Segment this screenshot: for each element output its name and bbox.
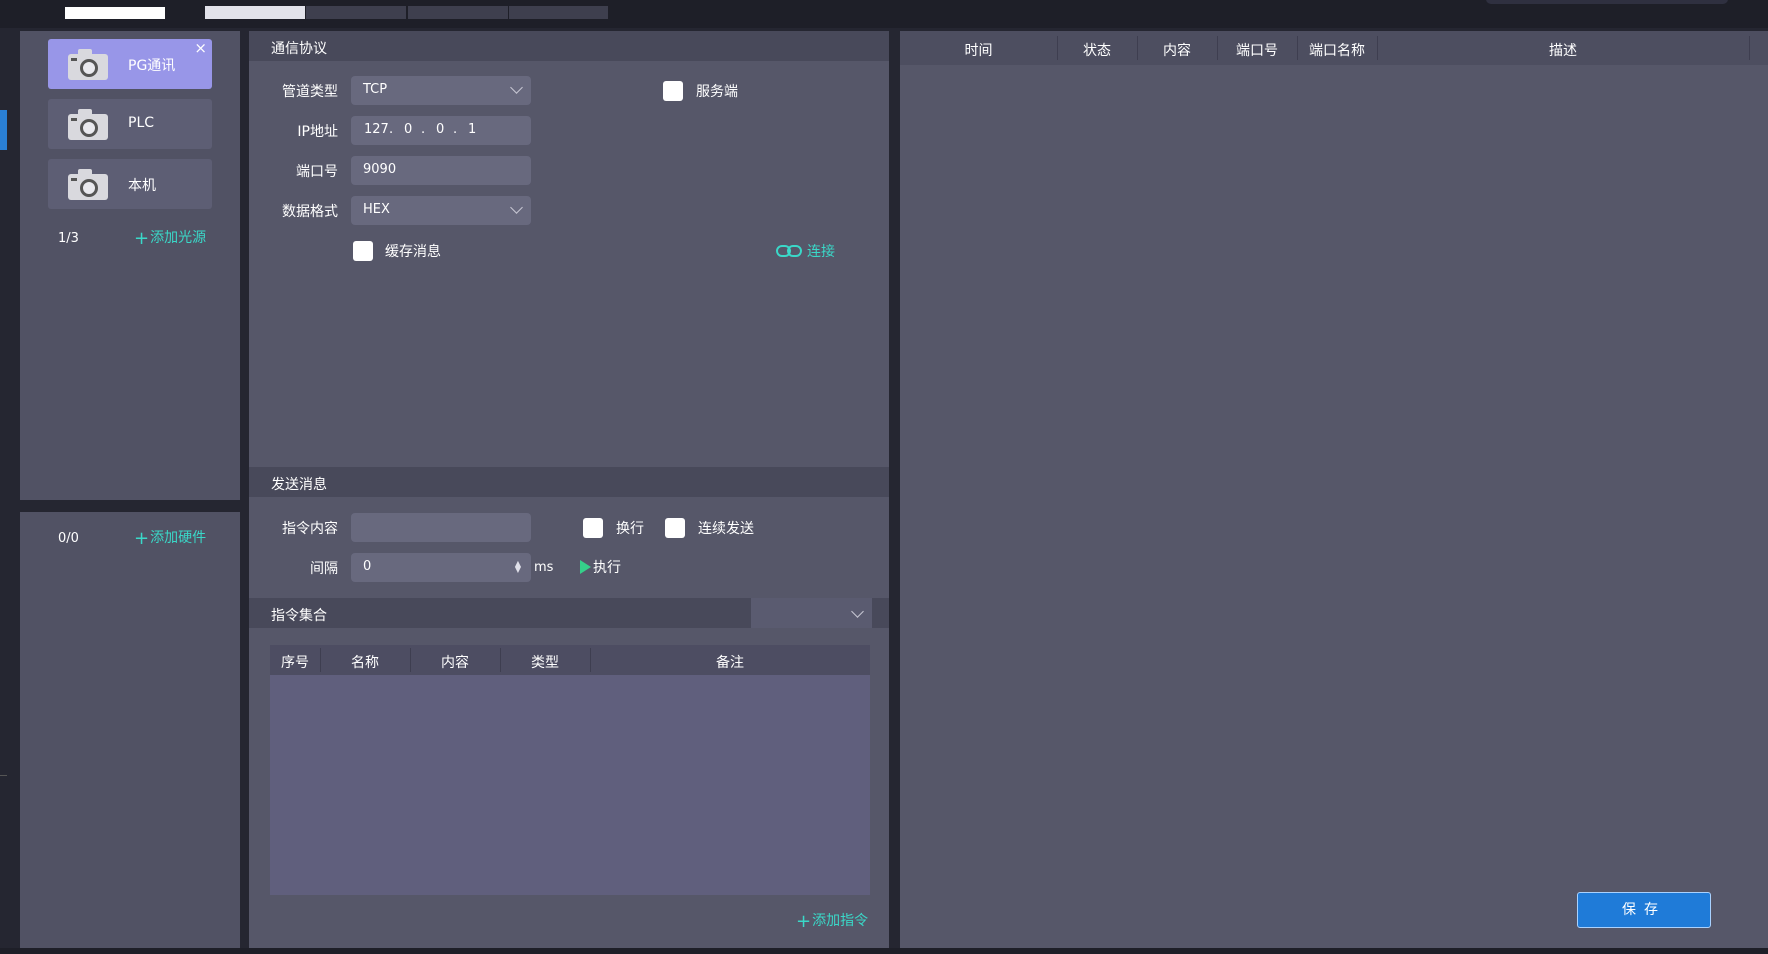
command-label: 指令内容 [282,521,338,537]
column-header: 时间 [964,43,993,59]
chevron-down-icon [510,81,523,94]
top-logo-block [65,7,165,19]
column-header: 状态 [1083,43,1111,59]
newline-checkbox[interactable] [583,518,603,538]
camera-icon [68,106,108,142]
send-section-header: 发送消息 [249,467,889,497]
server-label: 服务端 [696,84,738,100]
interval-label: 间隔 [310,561,338,577]
device-card-pg[interactable]: PG通讯 × [48,39,212,89]
top-tab-1[interactable] [205,6,305,19]
device-label: PLC [128,115,155,131]
device-list-panel: PG通讯 × PLC 本机 1/3 +添加光源 [20,31,240,500]
execute-button[interactable]: 执行 [580,557,621,577]
command-input[interactable] [351,513,531,542]
data-format-label: 数据格式 [282,204,338,220]
log-table-header: 时间 状态 内容 端口号 端口名称 描述 [900,31,1768,65]
chevron-down-icon [851,605,864,618]
port-input[interactable]: 9090 [351,156,531,185]
plus-icon: + [134,528,150,549]
column-header: 端口名称 [1309,43,1365,59]
link-icon [776,245,804,257]
left-edge-indicator [0,110,7,150]
section-title: 指令集合 [271,608,327,624]
device-card-local[interactable]: 本机 [48,159,212,209]
top-search-box[interactable] [1486,0,1728,4]
add-light-source-link[interactable]: +添加光源 [134,227,206,249]
connect-button[interactable]: 连接 [776,241,835,261]
top-bar [0,0,1768,28]
port-label: 端口号 [296,164,338,180]
close-icon[interactable]: × [194,39,207,57]
left-edge-mark [0,775,7,776]
column-header: 内容 [441,655,469,671]
device-label: 本机 [128,178,156,194]
interval-stepper[interactable]: 0 ▲ ▼ [351,553,531,582]
camera-icon [68,166,108,202]
play-icon [580,560,591,574]
section-title: 发送消息 [271,477,327,493]
hardware-count: 0/0 [58,531,79,546]
bottom-border [0,948,1768,954]
camera-icon [68,46,108,82]
cache-message-label: 缓存消息 [385,244,441,260]
log-panel: 时间 状态 内容 端口号 端口名称 描述 [900,31,1768,948]
ip-label: IP地址 [297,124,338,140]
command-table-header: 序号 名称 内容 类型 备注 [270,645,870,675]
device-card-plc[interactable]: PLC [48,99,212,149]
column-header: 序号 [281,655,309,671]
add-hardware-link[interactable]: +添加硬件 [134,527,206,549]
device-count: 1/3 [58,231,79,246]
top-tab-4[interactable] [509,6,608,19]
top-tab-3[interactable] [408,6,508,19]
top-tab-2[interactable] [306,6,406,19]
column-header: 描述 [1549,43,1577,59]
column-header: 备注 [716,655,744,671]
command-set-select[interactable] [751,598,872,628]
interval-unit: ms [534,560,554,575]
pipe-type-select[interactable]: TCP [351,76,531,105]
pipe-type-label: 管道类型 [282,84,338,100]
continuous-send-checkbox[interactable] [665,518,685,538]
save-button[interactable]: 保存 [1577,892,1711,928]
ip-input[interactable]: 127 . 0 . 0 . 1 [351,116,531,145]
protocol-section-header: 通信协议 [249,31,889,61]
column-header: 类型 [531,655,559,671]
column-header: 名称 [351,655,379,671]
column-header: 端口号 [1236,43,1278,59]
section-title: 通信协议 [271,41,327,57]
continuous-send-label: 连续发送 [698,521,754,537]
add-command-link[interactable]: +添加指令 [796,910,868,932]
server-checkbox[interactable] [663,81,683,101]
device-label: PG通讯 [128,58,176,74]
command-table: 序号 名称 内容 类型 备注 [270,645,870,895]
hardware-panel: 0/0 +添加硬件 [20,512,240,948]
column-header: 内容 [1163,43,1191,59]
plus-icon: + [134,228,150,249]
plus-icon: + [796,911,812,932]
data-format-select[interactable]: HEX [351,196,531,225]
newline-label: 换行 [616,521,644,537]
spinner-arrows-icon[interactable]: ▲ ▼ [515,560,521,574]
chevron-down-icon [510,201,523,214]
cache-message-checkbox[interactable] [353,241,373,261]
